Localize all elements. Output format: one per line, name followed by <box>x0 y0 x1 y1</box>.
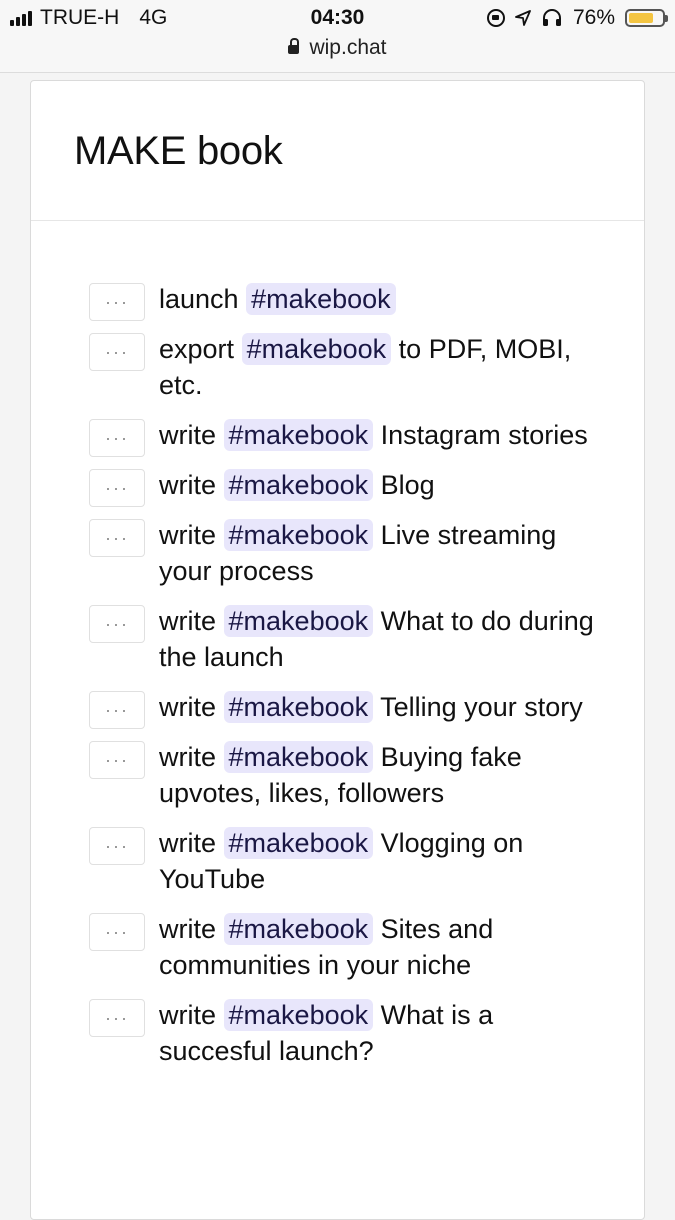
hashtag-link[interactable]: #makebook <box>223 469 374 501</box>
card-header: MAKE book <box>31 81 644 221</box>
todo-verb: export <box>159 334 235 364</box>
todo-item: ··· launch #makebook <box>89 281 609 321</box>
todo-menu-button[interactable]: ··· <box>89 469 145 507</box>
hashtag-link[interactable]: #makebook <box>223 519 374 551</box>
todo-item: ··· write #makebook What to do during the… <box>89 603 609 675</box>
todo-menu-button[interactable]: ··· <box>89 827 145 865</box>
todo-item: ··· write #makebook Telling your story <box>89 689 609 729</box>
todo-menu-button[interactable]: ··· <box>89 605 145 643</box>
todo-verb: write <box>159 520 217 550</box>
hashtag-link[interactable]: #makebook <box>223 999 374 1031</box>
battery-icon <box>625 9 668 27</box>
page-title: MAKE book <box>74 129 283 173</box>
hashtag-link[interactable]: #makebook <box>223 419 374 451</box>
todo-menu-button[interactable]: ··· <box>89 691 145 729</box>
todo-verb: write <box>159 420 217 450</box>
location-icon <box>515 10 531 26</box>
todo-text: Instagram stories <box>380 420 588 450</box>
todo-verb: write <box>159 828 217 858</box>
todo-verb: write <box>159 692 217 722</box>
todo-menu-button[interactable]: ··· <box>89 333 145 371</box>
status-right: 76% <box>486 6 668 30</box>
todo-item: ··· write #makebook Vlogging on YouTube <box>89 825 609 897</box>
todo-menu-button[interactable]: ··· <box>89 999 145 1037</box>
todo-item: ··· write #makebook Live streaming your p… <box>89 517 609 589</box>
todo-verb: launch <box>159 284 239 314</box>
todo-verb: write <box>159 606 217 636</box>
hashtag-link[interactable]: #makebook <box>223 741 374 773</box>
todo-menu-button[interactable]: ··· <box>89 419 145 457</box>
hashtag-link[interactable]: #makebook <box>246 283 396 315</box>
url-text: wip.chat <box>309 36 387 59</box>
lock-icon <box>288 38 300 54</box>
todo-verb: write <box>159 914 217 944</box>
battery-percent: 76% <box>572 6 615 29</box>
todo-text: Blog <box>380 470 435 500</box>
todo-menu-button[interactable]: ··· <box>89 519 145 557</box>
todo-item: ··· write #makebook Buying fake upvotes, … <box>89 739 609 811</box>
todo-verb: write <box>159 1000 217 1030</box>
project-card: MAKE book ··· launch #makebook ··· export #… <box>30 80 645 1220</box>
rotation-lock-icon <box>486 9 505 27</box>
hashtag-link[interactable]: #makebook <box>223 605 374 637</box>
todo-menu-button[interactable]: ··· <box>89 913 145 951</box>
headphones-icon <box>542 9 561 26</box>
todo-verb: write <box>159 470 217 500</box>
todo-item: ··· export #makebook to PDF, MOBI, etc. <box>89 331 609 403</box>
todo-item: ··· write #makebook Instagram stories <box>89 417 609 457</box>
todo-verb: write <box>159 742 217 772</box>
hashtag-link[interactable]: #makebook <box>223 691 374 723</box>
todo-text: Telling your story <box>380 692 583 722</box>
hashtag-link[interactable]: #makebook <box>223 827 374 859</box>
todo-item: ··· write #makebook What is a succesful l… <box>89 997 609 1069</box>
hashtag-link[interactable]: #makebook <box>241 333 392 365</box>
todo-menu-button[interactable]: ··· <box>89 283 145 321</box>
address-bar[interactable]: wip.chat <box>0 36 675 60</box>
todo-list: ··· launch #makebook ··· export #makebook t… <box>89 281 609 1083</box>
todo-item: ··· write #makebook Blog <box>89 467 609 507</box>
todo-item: ··· write #makebook Sites and communities… <box>89 911 609 983</box>
hashtag-link[interactable]: #makebook <box>223 913 374 945</box>
todo-menu-button[interactable]: ··· <box>89 741 145 779</box>
status-bar: TRUE-H 4G 04:30 wip.chat 76% <box>0 0 675 73</box>
battery-level <box>629 13 654 23</box>
